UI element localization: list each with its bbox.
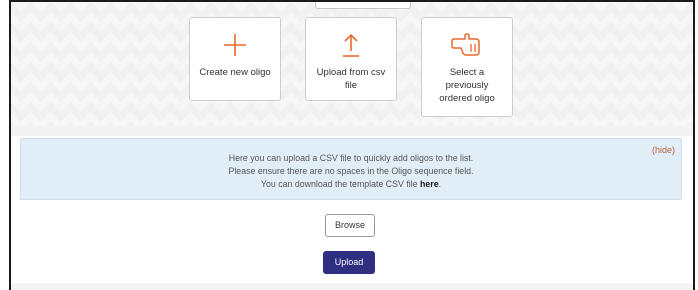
upload-csv-label: Upload from csv file (316, 67, 386, 91)
info-line-3: You can download the template CSV file h… (21, 178, 681, 191)
info-line-3-prefix: You can download the template CSV file (260, 179, 421, 189)
info-line-2: Please ensure there are no spaces in the… (228, 166, 474, 176)
pointing-hand-icon (422, 30, 512, 60)
create-new-oligo-label: Create new oligo (199, 67, 271, 78)
hide-info-link[interactable]: (hide) (652, 144, 675, 157)
page-frame: Create new oligo Upload from csv file Se… (0, 0, 698, 290)
bottom-divider (11, 283, 693, 290)
plus-icon (190, 30, 280, 60)
upload-csv-card[interactable]: Upload from csv file (305, 17, 397, 101)
upload-icon (306, 30, 396, 60)
previous-card-stub (315, 2, 411, 9)
select-previous-oligo-label: Select a previously ordered oligo (439, 67, 495, 104)
select-previous-oligo-card[interactable]: Select a previously ordered oligo (421, 17, 513, 117)
template-download-link[interactable]: here (420, 179, 439, 189)
csv-info-box: Here you can upload a CSV file to quickl… (20, 138, 682, 200)
browse-button[interactable]: Browse (325, 214, 375, 237)
info-line-1: Here you can upload a CSV file to quickl… (228, 153, 474, 163)
info-line-3-suffix: . (438, 179, 442, 189)
upload-button[interactable]: Upload (323, 251, 375, 274)
create-new-oligo-card[interactable]: Create new oligo (189, 17, 281, 101)
section-divider (11, 126, 693, 136)
